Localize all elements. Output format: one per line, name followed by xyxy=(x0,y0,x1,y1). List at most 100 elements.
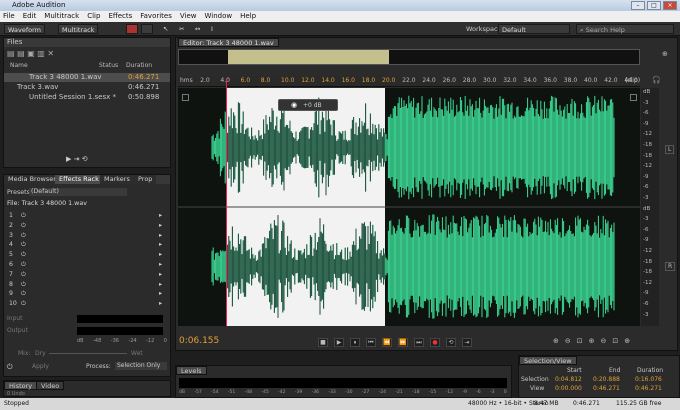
tab-effects-rack[interactable]: Effects Rack xyxy=(55,175,103,184)
selection-end[interactable]: 0:20.888 xyxy=(593,376,620,383)
col-duration[interactable]: Duration xyxy=(126,62,152,69)
right-channel-button[interactable]: R xyxy=(665,262,676,271)
left-channel-button[interactable]: L xyxy=(665,145,675,154)
effect-slot[interactable]: 5 ⏻ ▸ xyxy=(9,251,164,259)
power-icon[interactable]: ⏻ xyxy=(21,271,26,279)
zoom-reset-icon[interactable]: ⊕ xyxy=(662,50,668,58)
loop-icon[interactable]: ⟲ xyxy=(446,338,456,347)
tab-levels[interactable]: Levels xyxy=(176,366,207,375)
power-icon[interactable]: ⏻ xyxy=(21,212,26,220)
menu-file[interactable]: File xyxy=(3,11,15,22)
slot-arrow-icon[interactable]: ▸ xyxy=(159,212,162,219)
power-icon[interactable]: ⏻ xyxy=(21,251,26,259)
time-selection-icon[interactable]: I xyxy=(208,24,218,34)
slip-tool-icon[interactable]: ↔ xyxy=(192,24,202,34)
tab-selection-view[interactable]: Selection/View xyxy=(519,356,577,365)
close-icon[interactable]: × xyxy=(663,1,677,10)
play-icon[interactable]: ▶ xyxy=(334,338,344,347)
effect-slot[interactable]: 1 ⏻ ▸ xyxy=(9,212,164,220)
file-row-selected[interactable]: Track 3 48000 1.wav 0:46.271 xyxy=(4,73,170,82)
effect-slot[interactable]: 3 ⏻ ▸ xyxy=(9,232,164,240)
loop-icon[interactable]: ⟲ xyxy=(82,155,88,163)
effect-slot[interactable]: 8 ⏻ ▸ xyxy=(9,281,164,289)
effect-slot[interactable]: 6 ⏻ ▸ xyxy=(9,261,164,269)
menu-effects[interactable]: Effects xyxy=(108,11,132,22)
time-ruler[interactable]: hms 2.0 4.0 6.0 8.0 10.0 12.0 14.0 16.0 18.0 20.0 2… xyxy=(178,76,640,87)
spectral-icon[interactable] xyxy=(126,24,138,34)
move-tool-icon[interactable]: ↖ xyxy=(160,24,170,34)
selection-duration[interactable]: 0:16.076 xyxy=(635,376,662,383)
menu-edit[interactable]: Edit xyxy=(23,11,37,22)
zoom-out-icon[interactable]: ⊖ xyxy=(565,337,577,345)
tab-markers[interactable]: Markers xyxy=(100,175,134,184)
pause-icon[interactable]: ⏸ xyxy=(350,338,360,347)
col-name[interactable]: Name xyxy=(10,62,28,69)
multitrack-button[interactable]: Multitrack xyxy=(58,24,99,34)
tab-history[interactable]: History xyxy=(4,381,38,390)
menu-multitrack[interactable]: Multitrack xyxy=(44,11,79,22)
workspace-select[interactable]: Default xyxy=(498,24,570,34)
file-icon[interactable]: ▤ ▤ ▣ ▥ ✕ xyxy=(7,49,54,58)
menu-favorites[interactable]: Favorites xyxy=(140,11,172,22)
skip-icon[interactable]: ⇥ xyxy=(462,338,472,347)
tab-media-browser[interactable]: Media Browser xyxy=(4,175,60,184)
zoom-vertical-icon[interactable]: ⊕ xyxy=(624,337,636,345)
slot-arrow-icon[interactable]: ▸ xyxy=(159,271,162,278)
rewind-icon[interactable]: ⏪ xyxy=(382,338,392,347)
stop-icon[interactable]: ■ xyxy=(318,338,328,347)
slot-arrow-icon[interactable]: ▸ xyxy=(159,222,162,229)
overview-bar[interactable] xyxy=(178,49,640,65)
go-end-icon[interactable]: ⏭ xyxy=(414,338,424,347)
search-help-input[interactable]: ⌕ Search Help xyxy=(576,24,674,34)
zoom-full-icon[interactable]: ⊡ xyxy=(577,337,589,345)
process-select[interactable]: Selection Only xyxy=(115,362,167,370)
col-status[interactable]: Status xyxy=(99,62,118,69)
go-start-icon[interactable]: ⏮ xyxy=(366,338,376,347)
effect-slot[interactable]: 9 ⏻ ▸ xyxy=(9,290,164,298)
pitch-icon[interactable] xyxy=(141,24,153,34)
export-icon[interactable]: ⇥ xyxy=(74,155,80,163)
hud-volume[interactable]: ◉ +0 dB xyxy=(278,99,338,111)
slot-arrow-icon[interactable]: ▸ xyxy=(159,241,162,248)
slot-arrow-icon[interactable]: ▸ xyxy=(159,300,162,307)
menu-clip[interactable]: Clip xyxy=(87,11,100,22)
waveform-button[interactable]: Waveform xyxy=(4,24,45,34)
tab-video[interactable]: Video xyxy=(36,381,65,390)
power-icon[interactable]: ⏻ xyxy=(21,290,26,298)
mix-slider[interactable] xyxy=(49,353,127,354)
effect-slot[interactable]: 10 ⏻ ▸ xyxy=(9,300,164,308)
zoom-selection-icon[interactable]: ⊡ xyxy=(612,337,624,345)
zoom-controls[interactable]: ⊕⊖⊡⊕⊖⊡⊕ xyxy=(553,337,636,345)
playhead[interactable] xyxy=(226,78,232,326)
channel-toggle[interactable] xyxy=(182,94,189,101)
razor-tool-icon[interactable]: ✂ xyxy=(176,24,186,34)
maximize-icon[interactable]: □ xyxy=(647,1,661,10)
overview-viewport[interactable] xyxy=(228,50,389,64)
volume-knob-icon[interactable]: ◉ xyxy=(291,101,297,109)
presets-select[interactable]: (Default) xyxy=(29,188,127,196)
forward-icon[interactable]: ⏩ xyxy=(398,338,408,347)
power-icon[interactable]: ⏻ xyxy=(21,261,26,269)
menu-window[interactable]: Window xyxy=(205,11,233,22)
effect-slot[interactable]: 4 ⏻ ▸ xyxy=(9,241,164,249)
view-start[interactable]: 0:00.000 xyxy=(555,385,582,392)
tab-editor[interactable]: Editor: Track 3 48000 1.wav xyxy=(178,38,279,47)
slot-arrow-icon[interactable]: ▸ xyxy=(159,261,162,268)
channel-toggle[interactable] xyxy=(630,94,637,101)
power-icon[interactable]: ⏻ xyxy=(21,300,26,308)
view-duration[interactable]: 0:46.271 xyxy=(635,385,662,392)
zoom-in-icon[interactable]: ⊕ xyxy=(553,337,565,345)
power-icon[interactable]: ⏻ xyxy=(7,363,13,372)
waveform-display[interactable] xyxy=(178,88,640,326)
slot-arrow-icon[interactable]: ▸ xyxy=(159,290,162,297)
effect-slot[interactable]: 2 ⏻ ▸ xyxy=(9,222,164,230)
slot-arrow-icon[interactable]: ▸ xyxy=(159,232,162,239)
power-icon[interactable]: ⏻ xyxy=(21,241,26,249)
slot-arrow-icon[interactable]: ▸ xyxy=(159,251,162,258)
power-icon[interactable]: ⏻ xyxy=(21,281,26,289)
minimize-icon[interactable]: – xyxy=(631,1,645,10)
record-icon[interactable]: ● xyxy=(430,338,440,347)
tab-properties[interactable]: Prop xyxy=(134,175,157,184)
apply-button[interactable]: Apply xyxy=(32,363,49,370)
play-icon[interactable]: ▶ xyxy=(66,155,71,163)
